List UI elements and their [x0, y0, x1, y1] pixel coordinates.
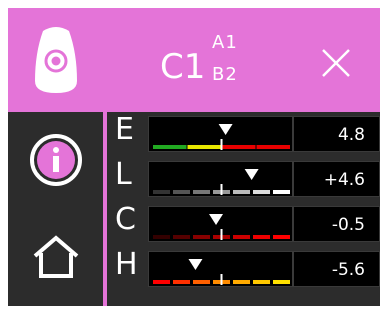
scale-segment	[233, 235, 250, 239]
scale-segment	[153, 280, 170, 284]
scale-segment	[273, 235, 290, 239]
row-value: +4.6	[293, 161, 380, 197]
row-label: L	[115, 157, 132, 192]
scale-segment	[253, 280, 270, 284]
row-value: -0.5	[293, 206, 380, 242]
measurement-code: C1	[160, 47, 206, 87]
scale-segment	[173, 235, 190, 239]
scale-segment	[193, 190, 210, 194]
measurement-code-sup: A1	[212, 32, 238, 53]
sensor-target-icon	[29, 23, 83, 97]
scale-segment	[273, 190, 290, 194]
colorimeter-panel: C1 A1 B2 E 4.8 L +4.6 C -0.5 H -5.6	[8, 8, 380, 306]
deviation-bar	[148, 161, 293, 197]
center-tick	[220, 229, 223, 240]
scale-segment	[153, 190, 170, 194]
scale-segment	[153, 145, 187, 149]
row-e: E 4.8	[107, 112, 380, 157]
center-tick	[220, 139, 223, 150]
home-icon	[31, 234, 81, 284]
row-value: 4.8	[293, 116, 380, 152]
scale-segment	[193, 235, 210, 239]
scale-segment	[222, 145, 256, 149]
close-button[interactable]	[319, 46, 353, 80]
center-tick	[220, 274, 223, 285]
scale-segment	[193, 280, 210, 284]
deviation-marker	[218, 124, 233, 135]
scale-segment	[253, 190, 270, 194]
row-label: H	[115, 247, 138, 282]
info-icon	[28, 132, 84, 192]
header: C1 A1 B2	[107, 8, 380, 112]
deviation-marker	[209, 214, 224, 225]
home-button[interactable]	[8, 212, 103, 306]
sensor-tile[interactable]	[8, 8, 103, 112]
info-button[interactable]	[8, 112, 103, 212]
deviation-bar	[148, 206, 293, 242]
deviation-bar	[148, 251, 293, 287]
deviation-bar	[148, 116, 293, 152]
measurement-code-sub: B2	[212, 64, 238, 85]
scale-segment	[273, 280, 290, 284]
row-h: H -5.6	[107, 247, 380, 292]
deviation-marker	[188, 259, 203, 270]
center-tick	[220, 184, 223, 195]
deviation-marker	[244, 169, 259, 180]
close-icon	[322, 49, 350, 77]
row-value: -5.6	[293, 251, 380, 287]
row-label: C	[115, 202, 136, 237]
row-c: C -0.5	[107, 202, 380, 247]
scale-segment	[173, 280, 190, 284]
row-label: E	[115, 112, 134, 147]
scale-segment	[253, 235, 270, 239]
scale-segment	[233, 280, 250, 284]
scale-segment	[187, 145, 221, 149]
scale-segment	[233, 190, 250, 194]
scale-segment	[256, 145, 290, 149]
scale-segment	[153, 235, 170, 239]
row-l: L +4.6	[107, 157, 380, 202]
scale-segment	[173, 190, 190, 194]
